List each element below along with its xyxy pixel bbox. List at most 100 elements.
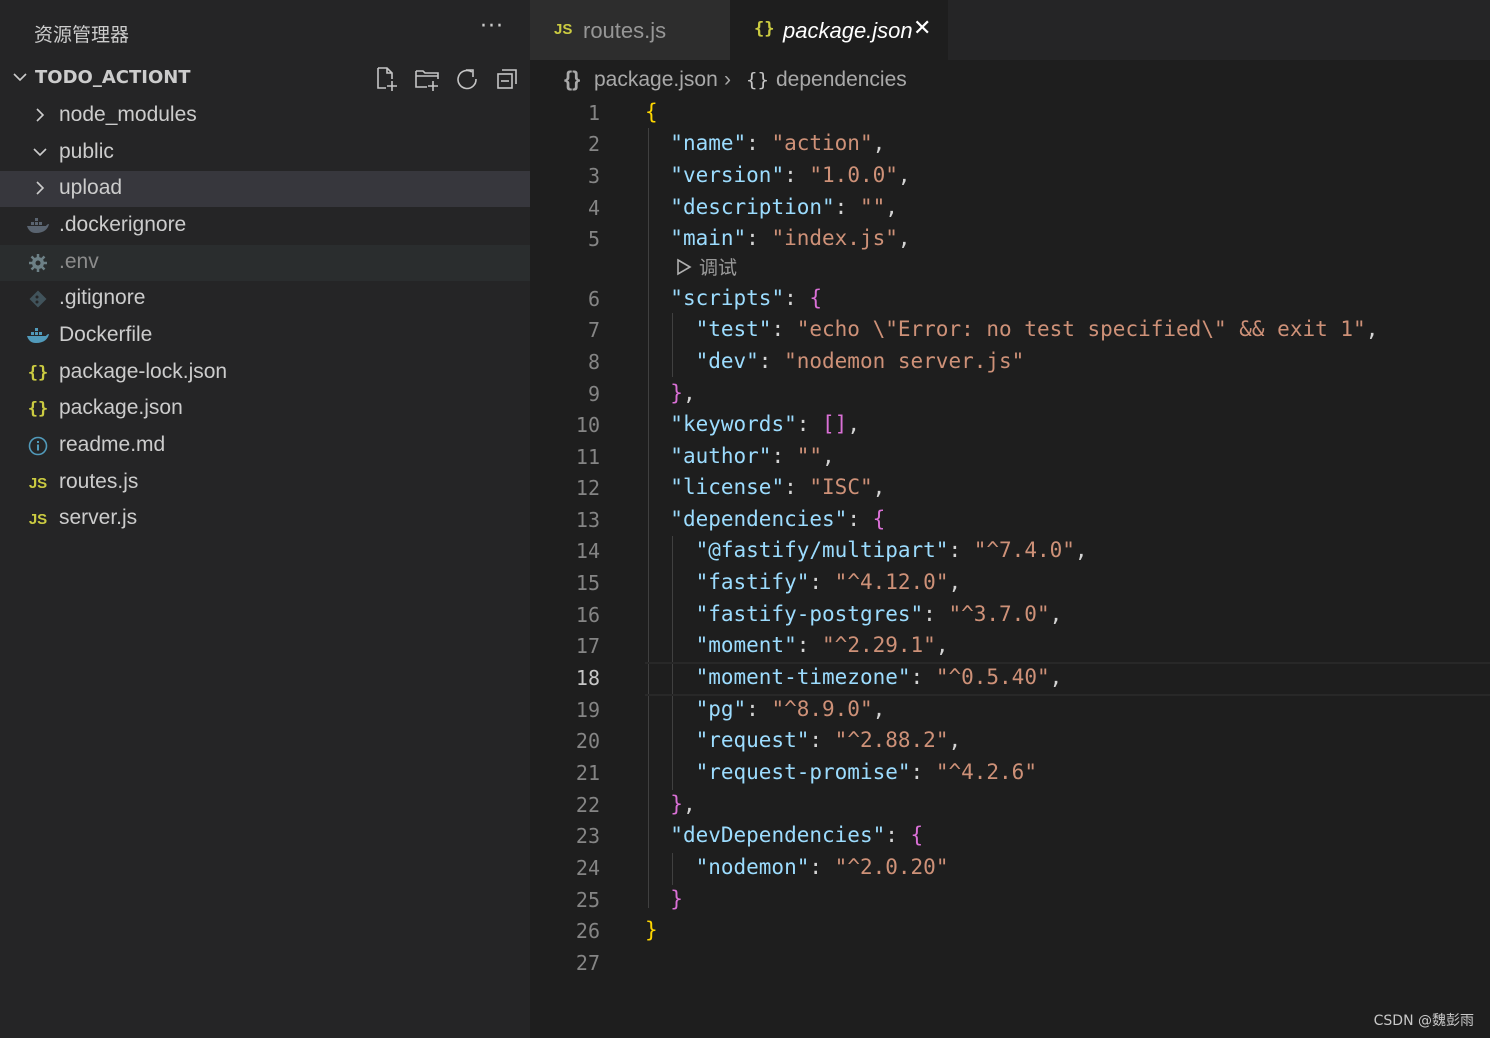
code-line: 22 },: [530, 790, 1490, 822]
line-number: 18: [575, 666, 600, 690]
json-icon: {}: [754, 19, 775, 39]
line-number: 7: [587, 318, 600, 342]
gear-icon: [26, 252, 50, 274]
tree-file-gitignore[interactable]: .gitignore: [0, 281, 530, 317]
code-token: ,: [1074, 538, 1088, 562]
code-text: "request": "^2.88.2",: [645, 728, 962, 752]
tree-file-dockerfile[interactable]: Dockerfile: [0, 318, 530, 354]
code-token: :: [784, 475, 810, 499]
js-icon: JS: [28, 474, 48, 492]
code-token: :: [847, 507, 873, 531]
code-text: "moment-timezone": "^0.5.40",: [645, 665, 1063, 689]
code-token: ,: [935, 633, 949, 657]
tree-item-label: .dockerignore: [59, 213, 187, 236]
code-token: "request-promise": [695, 760, 911, 784]
workspace-section-header[interactable]: TODO_ACTIONT: [0, 60, 530, 96]
code-line: 19 "pg": "^8.9.0",: [530, 695, 1490, 727]
tree-item-label: .env: [59, 250, 99, 273]
watermark: CSDN @魏彭雨: [1373, 1013, 1474, 1029]
code-line: 21 "request-promise": "^4.2.6": [530, 758, 1490, 790]
tree-file-readme[interactable]: readme.md: [0, 428, 530, 464]
code-line: 25 }: [530, 885, 1490, 917]
more-actions-icon[interactable]: ···: [480, 14, 504, 39]
tree-file-server-js[interactable]: JS server.js: [0, 501, 530, 537]
code-token: "1.0.0": [809, 163, 898, 187]
code-token: "nodemon server.js": [784, 349, 1025, 373]
code-token: :: [809, 855, 835, 879]
breadcrumb-file[interactable]: package.json: [594, 68, 718, 92]
tree-item-label: package.json: [59, 396, 183, 419]
code-token: {: [809, 286, 823, 310]
code-token: ,: [948, 728, 962, 752]
tree-file-dockerignore[interactable]: .dockerignore: [0, 208, 530, 244]
collapse-all-icon[interactable]: [492, 64, 522, 94]
refresh-icon[interactable]: [452, 64, 482, 94]
line-number: 26: [575, 919, 600, 943]
code-token: "": [796, 444, 823, 468]
tree-folder-upload[interactable]: upload: [0, 171, 530, 207]
code-token: "test": [695, 317, 772, 341]
workspace-name: TODO_ACTIONT: [35, 67, 191, 88]
code-token: :: [910, 760, 936, 784]
code-token: "description": [670, 195, 835, 219]
code-token: "moment": [695, 633, 797, 657]
debug-codelens[interactable]: 调试: [675, 253, 737, 280]
code-line: 18 "moment-timezone": "^0.5.40",: [530, 662, 1490, 696]
breadcrumb-symbol[interactable]: dependencies: [776, 68, 907, 92]
tree-file-routes-js[interactable]: JS routes.js: [0, 465, 530, 501]
code-token: ,: [872, 697, 886, 721]
new-folder-icon[interactable]: [412, 64, 442, 94]
git-icon: [26, 288, 50, 310]
tree-folder-public[interactable]: public: [0, 135, 530, 171]
code-line: 23 "devDependencies": {: [530, 821, 1490, 853]
tab-package-json[interactable]: {} package.json ✕: [730, 0, 948, 60]
editor-tab-bar: JS routes.js {} package.json ✕: [530, 0, 1490, 60]
tree-folder-node-modules[interactable]: node_modules: [0, 98, 530, 134]
js-icon: JS: [28, 510, 48, 528]
code-token: :: [784, 286, 810, 310]
json-icon: {}: [27, 399, 49, 419]
code-token: :: [758, 349, 785, 373]
code-token: ,: [1365, 317, 1379, 341]
code-token: "": [859, 195, 886, 219]
code-token: "license": [670, 475, 785, 499]
tree-file-env[interactable]: .env: [0, 245, 530, 281]
code-text: "request-promise": "^4.2.6": [645, 760, 1037, 784]
tree-file-package-lock-json[interactable]: {} package-lock.json: [0, 355, 530, 391]
line-number: 23: [575, 824, 600, 848]
code-text: },: [645, 792, 695, 816]
code-text: {: [645, 100, 658, 124]
codelens-label: 调试: [699, 257, 738, 279]
code-token: :: [784, 163, 810, 187]
code-token: :: [885, 823, 911, 847]
line-number: 8: [587, 350, 600, 374]
code-text: "devDependencies": {: [645, 823, 923, 847]
code-editor[interactable]: 调试 1{2 "name": "action", 3 "version": "1.…: [530, 98, 1490, 1038]
tab-label: routes.js: [583, 18, 667, 43]
new-file-icon[interactable]: [372, 64, 402, 94]
code-text: }: [645, 887, 683, 911]
code-token: []: [822, 412, 848, 436]
tab-routes-js[interactable]: JS routes.js: [530, 0, 730, 60]
tree-file-package-json[interactable]: {} package.json: [0, 391, 530, 427]
code-line: 10 "keywords": [],: [530, 410, 1490, 442]
code-token: "fastify": [695, 570, 810, 594]
close-icon[interactable]: ✕: [913, 16, 931, 41]
code-text: "main": "index.js",: [645, 226, 910, 250]
tree-item-label: .gitignore: [59, 286, 146, 309]
code-text: "moment": "^2.29.1",: [645, 633, 949, 657]
chevron-right-icon: ›: [724, 68, 731, 91]
code-line: 12 "license": "ISC",: [530, 473, 1490, 505]
json-icon: {}: [27, 363, 49, 383]
code-token: :: [809, 728, 835, 752]
code-text: "keywords": [],: [645, 412, 860, 436]
code-line: 27: [530, 948, 1490, 980]
code-line: 1{: [530, 98, 1490, 130]
code-text: "dependencies": {: [645, 507, 885, 531]
